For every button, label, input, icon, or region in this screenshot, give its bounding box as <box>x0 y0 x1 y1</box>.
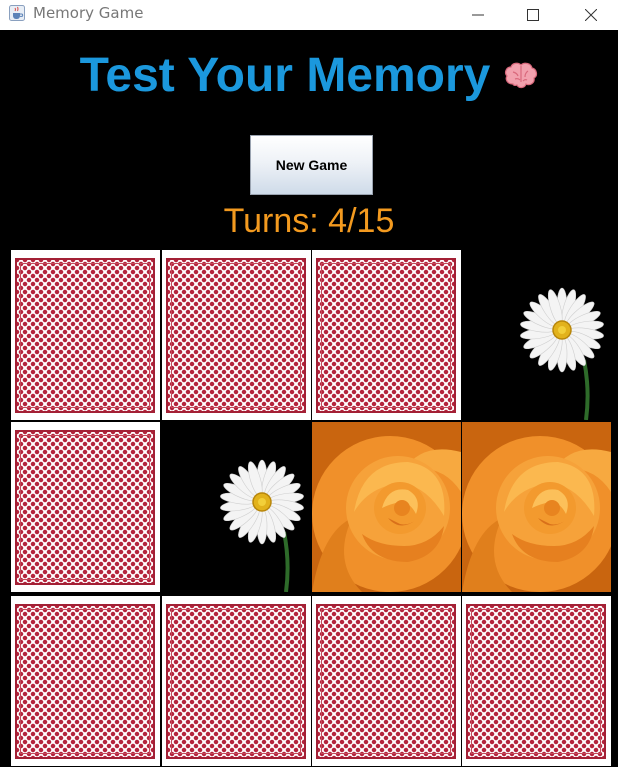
card-back-pattern <box>166 258 306 413</box>
daisy-image <box>162 422 311 592</box>
card-face-daisy[interactable] <box>162 422 311 592</box>
card-back-pattern <box>15 604 155 759</box>
brain-icon <box>505 62 538 89</box>
card-back[interactable] <box>11 422 160 592</box>
game-heading: Test Your Memory <box>0 48 618 103</box>
minimize-icon <box>472 14 484 16</box>
card-back[interactable] <box>312 250 461 420</box>
new-game-button[interactable]: New Game <box>250 135 373 195</box>
card-back[interactable] <box>11 250 160 420</box>
card-back-pattern <box>316 258 456 413</box>
rose-image <box>312 422 461 592</box>
rose-image <box>462 422 611 592</box>
card-back-pattern <box>15 258 155 413</box>
turns-counter: Turns: 4/15 <box>223 202 395 240</box>
window-title: Memory Game <box>33 4 144 22</box>
card-face-rose[interactable] <box>312 422 461 592</box>
heading-text: Test Your Memory <box>79 49 491 102</box>
card-back[interactable] <box>11 596 160 766</box>
card-back[interactable] <box>162 250 311 420</box>
close-icon <box>585 9 597 21</box>
java-cup-icon <box>9 5 25 21</box>
card-face-rose[interactable] <box>462 422 611 592</box>
close-button[interactable] <box>568 0 614 30</box>
card-back[interactable] <box>462 596 611 766</box>
card-back[interactable] <box>162 596 311 766</box>
card-back-pattern <box>466 604 606 759</box>
card-face-daisy[interactable] <box>462 250 611 420</box>
card-back-pattern <box>166 604 306 759</box>
card-back[interactable] <box>312 596 461 766</box>
minimize-button[interactable] <box>455 0 501 30</box>
maximize-button[interactable] <box>510 0 556 30</box>
title-bar: Memory Game <box>0 0 618 30</box>
card-back-pattern <box>316 604 456 759</box>
card-back-pattern <box>15 430 155 585</box>
daisy-image <box>462 250 611 420</box>
game-panel: Test Your Memory New Game Turns: 4/15 <box>0 30 618 767</box>
maximize-icon <box>527 9 539 21</box>
